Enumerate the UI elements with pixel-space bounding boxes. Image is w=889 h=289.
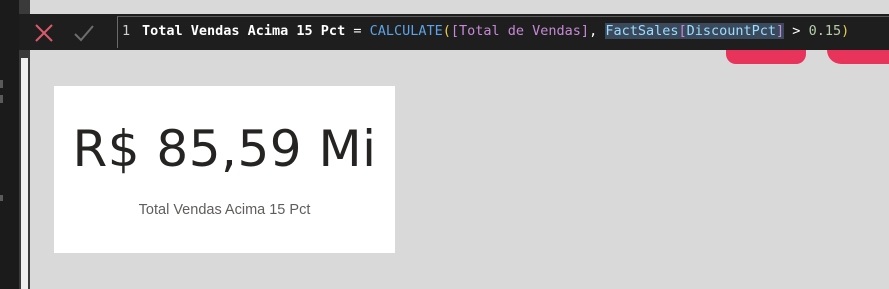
table-reference: FactSales <box>605 23 679 39</box>
strip-mark <box>0 95 3 103</box>
left-panel-strip <box>0 0 19 289</box>
open-paren: ( <box>442 23 451 39</box>
measure-reference: [Total de Vendas] <box>450 23 590 39</box>
dax-formula-bar: 1 Total Vendas Acima 15 Pct = CALCULATE([… <box>19 14 889 50</box>
column-open-bracket: [ <box>678 23 687 39</box>
kpi-card[interactable]: R$ 85,59 Mi Total Vendas Acima 15 Pct <box>54 86 395 253</box>
comparison-operator: > <box>784 23 809 39</box>
column-close-bracket: ] <box>776 23 785 39</box>
column-reference: DiscountPct <box>686 23 777 39</box>
equals-sign: = <box>345 23 370 39</box>
cancel-button[interactable] <box>29 18 59 48</box>
strip-mark <box>0 195 3 201</box>
line-number: 1 <box>122 23 131 39</box>
canvas-gutter-inner <box>21 58 28 289</box>
close-paren: ) <box>841 23 850 39</box>
measure-name: Total Vendas Acima 15 Pct <box>142 23 346 39</box>
comma: , <box>589 23 606 39</box>
commit-button[interactable] <box>69 18 99 48</box>
strip-mark <box>0 80 3 88</box>
formula-editor[interactable]: 1 Total Vendas Acima 15 Pct = CALCULATE([… <box>117 16 889 48</box>
number-literal: 0.15 <box>808 23 842 39</box>
close-icon <box>35 24 53 42</box>
card-label: Total Vendas Acima 15 Pct <box>138 202 311 218</box>
check-icon <box>74 25 94 42</box>
card-value: R$ 85,59 Mi <box>72 120 377 178</box>
function-name: CALCULATE <box>369 23 443 39</box>
